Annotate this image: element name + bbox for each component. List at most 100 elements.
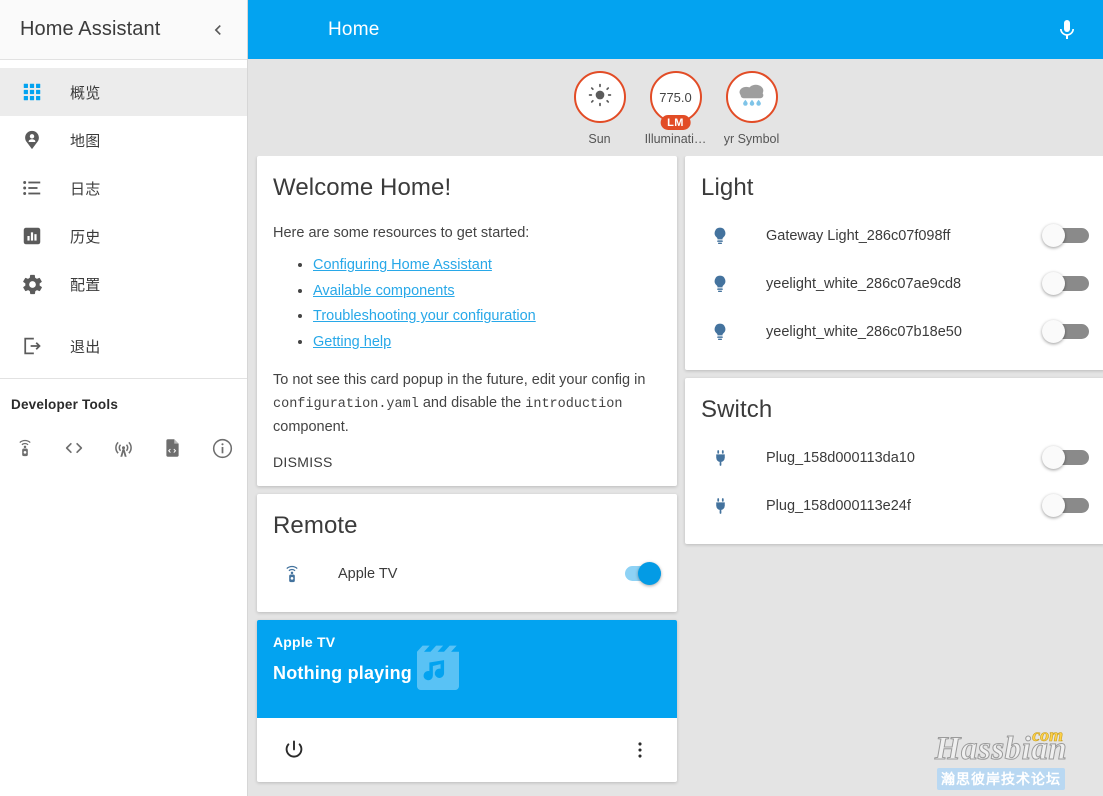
column-right: Light Gateway Light_286c07f098ff yeeligh… <box>685 156 1103 544</box>
table-row: Plug_158d000113e24f <box>685 482 1103 530</box>
light-card: Light Gateway Light_286c07f098ff yeeligh… <box>685 156 1103 370</box>
entity-name: yeelight_white_286c07ae9cd8 <box>766 276 962 292</box>
view-dashboard-icon <box>8 68 56 116</box>
sidebar-item-logout[interactable]: 退出 <box>0 322 247 370</box>
app-root: Home Assistant 概览 地图 日志 历史 配置 退出 Develop… <box>0 0 1103 796</box>
toggle-knob <box>1042 320 1065 343</box>
remote-entity-rows: Apple TV <box>257 544 677 612</box>
sidebar-item-overview[interactable]: 概览 <box>0 68 247 116</box>
page-title: Home <box>328 18 380 40</box>
link-components[interactable]: Available components <box>313 283 455 299</box>
badge-circle <box>573 71 626 123</box>
badges-strip: Sun 775.0 LM Illuminati… yr Symbol <box>248 59 1103 156</box>
lightbulb-icon <box>707 273 733 295</box>
badge-sun[interactable]: Sun <box>569 71 631 146</box>
table-row: yeelight_white_286c07b18e50 <box>685 308 1103 356</box>
light-entity-rows: Gateway Light_286c07f098ff yeelight_whit… <box>685 206 1103 370</box>
toggle-knob <box>1042 224 1065 247</box>
developer-tools-row <box>0 412 247 470</box>
file-code-icon[interactable] <box>148 426 197 470</box>
entity-name: Apple TV <box>338 566 398 583</box>
toggle-knob <box>1042 446 1065 469</box>
entity-toggle[interactable] <box>1041 445 1089 471</box>
chevron-left-icon[interactable] <box>203 15 233 45</box>
column-left: Welcome Home! Here are some resources to… <box>257 156 677 783</box>
format-list-bulleted-icon <box>8 164 56 212</box>
media-player-card: Apple TV Nothing playing <box>257 620 677 783</box>
weather-sunny-icon <box>587 82 613 113</box>
link-help[interactable]: Getting help <box>313 334 391 350</box>
badge-label: yr Symbol <box>723 132 780 146</box>
cog-icon <box>8 260 56 308</box>
list-item: Getting help <box>313 331 661 353</box>
entity-name: yeelight_white_286c07b18e50 <box>766 324 962 340</box>
intro-lead: Here are some resources to get started: <box>273 225 530 241</box>
list-item: Available components <box>313 280 661 302</box>
code-tags-icon[interactable] <box>49 426 98 470</box>
broadcast-tower-icon[interactable] <box>99 426 148 470</box>
entity-toggle[interactable] <box>1041 319 1089 345</box>
sidebar-item-logbook[interactable]: 日志 <box>0 164 247 212</box>
intro-code-introduction: introduction <box>525 396 623 412</box>
link-troubleshooting[interactable]: Troubleshooting your configuration <box>313 308 536 324</box>
sidebar-item-label: 退出 <box>70 338 101 356</box>
cards-columns: Welcome Home! Here are some resources to… <box>248 156 1103 796</box>
entity-name: Gateway Light_286c07f098ff <box>766 228 951 244</box>
sidebar-header: Home Assistant <box>0 0 247 60</box>
entity-toggle[interactable] <box>1041 271 1089 297</box>
remote-icon[interactable] <box>0 426 49 470</box>
switch-card-title: Switch <box>701 396 773 423</box>
badge-circle <box>725 71 778 123</box>
badge-label: Illuminati… <box>644 132 707 146</box>
entity-name: Plug_158d000113da10 <box>766 450 915 466</box>
app-toolbar: Home <box>248 0 1103 59</box>
badge-value: 775.0 <box>659 89 692 105</box>
table-row: yeelight_white_286c07ae9cd8 <box>685 260 1103 308</box>
table-row: Gateway Light_286c07f098ff <box>685 212 1103 260</box>
badge-unit: LM <box>660 115 691 130</box>
dismiss-button[interactable]: DISMISS <box>273 454 333 470</box>
badge-circle: 775.0 LM <box>649 71 702 130</box>
sidebar-item-map[interactable]: 地图 <box>0 116 247 164</box>
entity-toggle[interactable] <box>1041 223 1089 249</box>
table-row: Plug_158d000113da10 <box>685 434 1103 482</box>
intro-note-after: component. <box>273 418 349 435</box>
developer-tools-title: Developer Tools <box>11 397 119 412</box>
badge-label: Sun <box>588 132 611 146</box>
badge-yr-symbol[interactable]: yr Symbol <box>721 71 783 146</box>
intro-note-before: To not see this card popup in the future… <box>273 372 646 389</box>
sidebar-item-config[interactable]: 配置 <box>0 260 247 308</box>
sidebar-item-label: 日志 <box>70 180 101 198</box>
remote-card-title: Remote <box>273 512 358 540</box>
badge-illuminance[interactable]: 775.0 LM Illuminati… <box>645 71 707 146</box>
movie-music-icon <box>407 641 469 697</box>
exit-to-app-icon <box>8 322 56 370</box>
remote-card: Remote Apple TV <box>257 494 677 613</box>
media-player-banner[interactable]: Apple TV Nothing playing <box>257 620 677 719</box>
power-icon[interactable] <box>277 733 311 767</box>
sidebar-item-label: 配置 <box>70 276 101 294</box>
intro-note-middle: and disable the <box>418 394 526 411</box>
entity-toggle[interactable] <box>613 561 661 587</box>
toggle-knob <box>638 562 661 586</box>
lightbulb-icon <box>707 225 733 247</box>
toggle-knob <box>1042 494 1065 517</box>
information-outline-icon[interactable] <box>198 426 247 470</box>
switch-card: Switch Plug_158d000113da10 Plug_158d0001… <box>685 378 1103 544</box>
table-row: Apple TV <box>257 550 677 598</box>
sidebar: Home Assistant 概览 地图 日志 历史 配置 退出 Develop… <box>0 0 248 796</box>
intro-title: Welcome Home! <box>273 174 452 201</box>
switch-entity-rows: Plug_158d000113da10 Plug_158d000113e24f <box>685 428 1103 544</box>
list-item: Troubleshooting your configuration <box>313 305 661 327</box>
link-configuring[interactable]: Configuring Home Assistant <box>313 257 492 273</box>
sidebar-item-history[interactable]: 历史 <box>0 212 247 260</box>
dots-vertical-icon[interactable] <box>623 733 657 767</box>
list-item: Configuring Home Assistant <box>313 254 661 276</box>
lightbulb-icon <box>707 321 733 343</box>
remote-icon <box>279 563 305 585</box>
microphone-icon[interactable] <box>1047 10 1087 50</box>
entity-toggle[interactable] <box>1041 493 1089 519</box>
intro-links: Configuring Home Assistant Available com… <box>257 254 677 353</box>
sidebar-item-label: 历史 <box>70 228 101 246</box>
